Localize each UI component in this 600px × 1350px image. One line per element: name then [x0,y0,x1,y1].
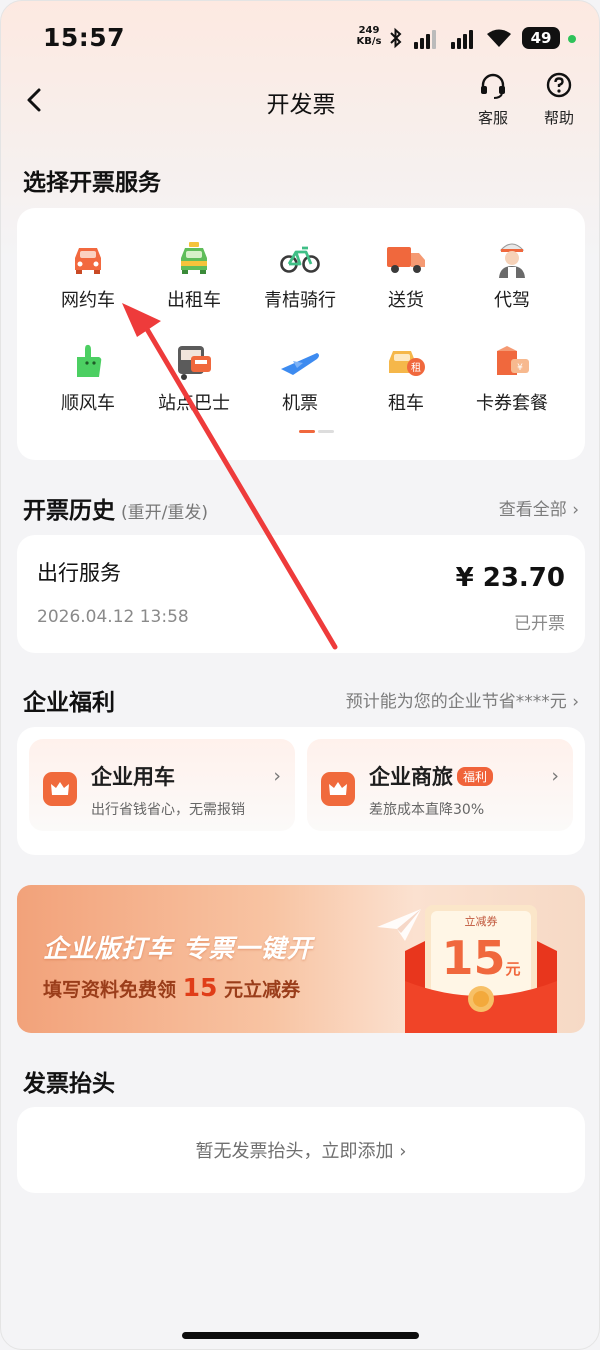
customer-service-label: 客服 [477,109,508,127]
net-speed-value: 249 [358,25,380,36]
enterprise-travel-card[interactable]: 企业商旅 福利 差旅成本直降30% › [307,739,573,831]
enterprise-travel-title: 企业商旅 福利 [369,761,494,791]
bus-icon [173,341,215,383]
welfare-title: 企业福利 [23,690,115,716]
history-title: 开票历史 (重开/重发) [23,491,208,525]
coupon-package-icon: ¥ [491,341,533,383]
service-label: 网约车 [61,290,115,311]
service-label: 青桔骑行 [264,290,336,311]
view-all-link[interactable]: 查看全部 › [499,495,579,520]
hitch-ride-icon [67,341,109,383]
enterprise-car-desc: 出行省钱省心，无需报销 [91,802,245,818]
bicycle-icon [279,238,321,280]
coupon-value: 15 [441,931,506,985]
banner-amount: 15 [182,973,218,1002]
service-coupon-package[interactable]: ¥ 卡券套餐 [459,341,565,415]
net-speed: 249 KB/s [354,25,384,47]
coupon-value-wrap: 15元 [405,931,557,985]
coupon-envelope-icon: 立减券 15元 [405,901,557,1033]
add-invoice-header-link[interactable]: 暂无发票抬头，立即添加 › [17,1137,585,1163]
services-card: 网约车 出租车 青桔骑行 送货 代驾 顺风车 站点巴士 机票 租 租车 ¥ 卡券… [17,208,585,460]
service-label: 代驾 [494,290,530,311]
services-title: 选择开票服务 [23,170,161,196]
history-record[interactable]: 出行服务 2026.04.12 13:58 ¥ 23.70 已开票 [17,535,585,653]
invoice-page: 15:57 249 KB/s 49 开发票 客服 帮助 选择开票服务 网约车 出… [0,0,600,1350]
service-label: 顺风车 [61,393,115,414]
invoice-header-title: 发票抬头 [23,1071,115,1097]
service-delivery[interactable]: 送货 [353,238,459,312]
service-ride-hailing[interactable]: 网约车 [35,238,141,312]
status-time: 15:57 [43,23,126,52]
help-icon [546,72,572,98]
record-date: 2026.04.12 13:58 [37,607,189,627]
battery-indicator: 49 [522,27,560,49]
welfare-tag: 福利 [457,767,494,786]
service-flight[interactable]: 机票 [247,341,353,415]
record-status: 已开票 [514,614,565,634]
service-label: 租车 [388,393,424,414]
enterprise-travel-desc: 差旅成本直降30% [369,802,485,818]
crown-icon [43,772,77,806]
savings-text: 预计能为您的企业节省****元 [345,692,567,712]
chevron-right-icon: › [399,1141,407,1162]
banner-line: 填写资料免费领 15 元立减券 [43,973,300,1002]
privacy-dot [568,35,576,43]
savings-link[interactable]: 预计能为您的企业节省****元 › [346,687,579,712]
svg-text:租: 租 [411,361,421,374]
designated-driver-icon [491,238,533,280]
promo-banner[interactable]: 企业版打车 专票一键开 填写资料免费领 15 元立减券 立减券 15元 [17,885,585,1033]
customer-service-button[interactable]: 客服 [468,71,518,128]
service-bike[interactable]: 青桔骑行 [247,238,353,312]
help-button[interactable]: 帮助 [534,71,584,128]
page-indicator [299,430,335,433]
chevron-right-icon: › [273,765,281,787]
history-subtitle: (重开/重发) [121,503,208,523]
empty-invoice-text: 暂无发票抬头，立即添加 [195,1141,394,1162]
crown-icon [321,772,355,806]
car-rental-icon: 租 [385,341,427,383]
record-amount: ¥ 23.70 [455,563,565,593]
net-speed-unit: KB/s [356,36,382,47]
coupon-unit: 元 [505,960,521,978]
banner-line-suffix: 元立减券 [224,979,301,1001]
service-hitch-ride[interactable]: 顺风车 [35,341,141,415]
service-bus[interactable]: 站点巴士 [141,341,247,415]
service-label: 出租车 [167,290,221,311]
signal-icon-1 [414,27,438,49]
ride-hailing-car-icon [67,238,109,280]
banner-line-prefix: 填写资料免费领 [43,979,177,1001]
enterprise-travel-title-text: 企业商旅 [369,765,453,789]
wifi-icon [486,27,512,49]
signal-icon-2 [451,27,475,49]
service-label: 卡券套餐 [476,393,548,414]
chevron-right-icon: › [572,692,579,712]
invoice-header-card[interactable]: 暂无发票抬头，立即添加 › [17,1107,585,1193]
home-indicator[interactable] [182,1332,419,1339]
taxi-icon [173,238,215,280]
help-label: 帮助 [543,109,574,127]
coupon-label: 立减券 [464,915,498,928]
service-taxi[interactable]: 出租车 [141,238,247,312]
service-label: 机票 [282,393,318,414]
service-label: 送货 [388,290,424,311]
bluetooth-icon [388,27,404,49]
service-car-rental[interactable]: 租 租车 [353,341,459,415]
chevron-right-icon: › [551,765,559,787]
banner-headline: 企业版打车 专票一键开 [43,934,313,963]
service-designated-driver[interactable]: 代驾 [459,238,565,312]
svg-text:¥: ¥ [517,363,523,373]
headset-icon [481,73,505,99]
status-bar: 15:57 249 KB/s 49 [1,1,599,71]
enterprise-car-title: 企业用车 [91,765,175,789]
record-name: 出行服务 [37,561,121,585]
delivery-truck-icon [385,238,427,280]
chevron-right-icon: › [572,500,579,520]
enterprise-car-card[interactable]: 企业用车 出行省钱省心，无需报销 › [29,739,295,831]
history-title-text: 开票历史 [23,498,115,524]
airplane-icon [279,341,321,383]
welfare-card: 企业用车 出行省钱省心，无需报销 › 企业商旅 福利 差旅成本直降30% › [17,727,585,855]
service-label: 站点巴士 [158,393,230,414]
view-all-label: 查看全部 [498,500,567,520]
